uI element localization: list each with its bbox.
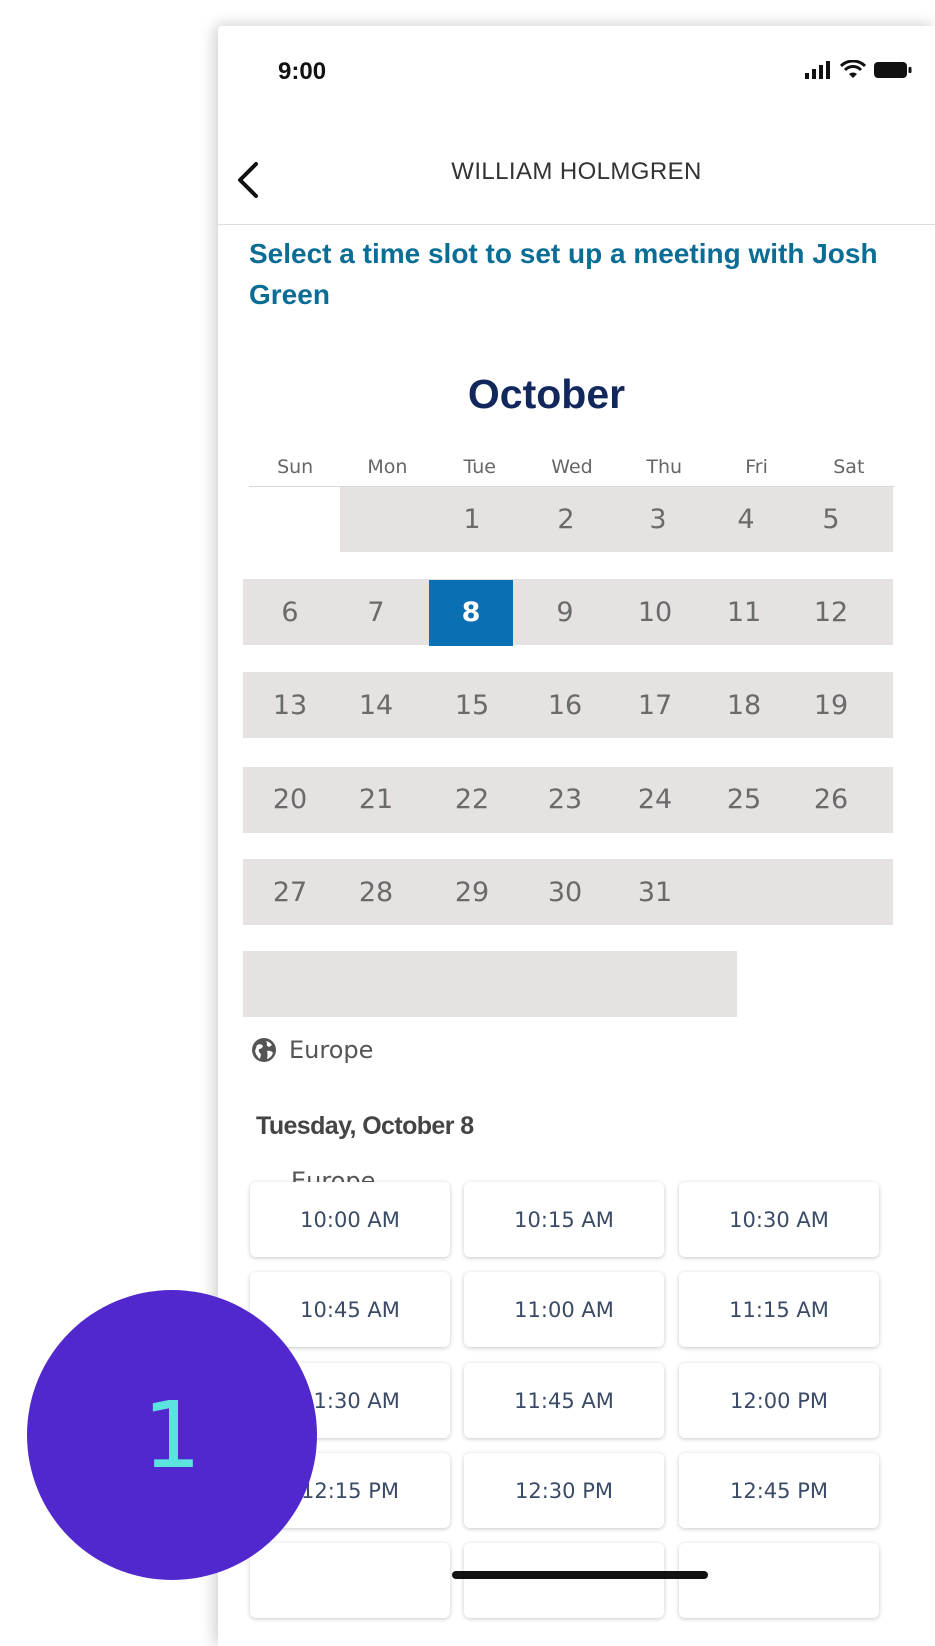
signal-icon [805,61,830,79]
calendar-day[interactable]: 30 [523,877,607,908]
calendar-day[interactable]: 7 [334,597,418,628]
week-row-band [243,951,737,1017]
phone-screen: 9:00 WILLIAM HOLMGREN Select a time slot… [218,26,935,1646]
step-number-badge: 1 [27,1290,317,1580]
calendar-day[interactable]: 20 [248,784,332,815]
home-indicator [452,1571,708,1579]
calendar-day[interactable]: 19 [789,690,873,721]
nav-bar: WILLIAM HOLMGREN [218,126,935,225]
weekday-label: Tue [463,456,496,478]
selected-date-label: Tuesday, October 8 [256,1112,474,1140]
calendar-day[interactable]: 1 [430,504,514,535]
status-time: 9:00 [278,58,327,85]
weekday-label: Sat [833,456,865,478]
time-slot-button-partial[interactable] [464,1543,664,1618]
time-slot-button[interactable]: 10:15 AM [464,1182,664,1257]
calendar-month: October [467,371,626,417]
calendar-day[interactable]: 10 [613,597,697,628]
weekday-label: Wed [551,456,593,478]
calendar-day[interactable]: 15 [430,690,514,721]
calendar-day[interactable]: 25 [702,784,786,815]
wifi-icon [840,60,866,78]
weekday-label: Thu [646,456,683,478]
timezone-selector[interactable]: Europe [251,1036,373,1064]
time-slot-button[interactable]: 12:45 PM [679,1453,879,1528]
calendar-day[interactable]: 6 [248,597,332,628]
battery-icon [874,62,912,78]
calendar-day[interactable]: 27 [248,877,332,908]
calendar-day[interactable]: 9 [523,597,607,628]
calendar-day-selected[interactable]: 8 [429,580,513,646]
calendar-day[interactable]: 23 [523,784,607,815]
time-slot-button[interactable]: 10:45 AM [250,1272,450,1347]
calendar-day[interactable]: 16 [523,690,607,721]
time-slot-button[interactable]: 10:00 AM [250,1182,450,1257]
time-slot-button[interactable]: 11:15 AM [679,1272,879,1347]
time-slot-button[interactable]: 12:00 PM [679,1363,879,1438]
time-slot-button[interactable]: 10:30 AM [679,1182,879,1257]
calendar-day[interactable]: 29 [430,877,514,908]
time-slot-button[interactable]: 12:30 PM [464,1453,664,1528]
calendar-day[interactable]: 22 [430,784,514,815]
calendar-day[interactable]: 13 [248,690,332,721]
time-slot-button-partial[interactable] [250,1543,450,1618]
weekday-label: Fri [745,456,768,478]
step-number: 1 [142,1381,202,1489]
globe-icon [252,1038,276,1062]
calendar-day[interactable]: 28 [334,877,418,908]
calendar-day[interactable]: 17 [613,690,697,721]
calendar-day[interactable]: 3 [616,504,700,535]
calendar-day[interactable]: 2 [524,504,608,535]
status-icons [805,60,913,80]
calendar-day[interactable]: 21 [334,784,418,815]
calendar-day[interactable]: 4 [704,504,788,535]
time-slot-button-partial[interactable] [679,1543,879,1618]
calendar-day[interactable]: 11 [702,597,786,628]
nav-title: WILLIAM HOLMGREN [451,158,702,185]
calendar-day[interactable]: 31 [613,877,697,908]
timezone-label: Europe [289,1036,374,1064]
time-slot-button[interactable]: 11:45 AM [464,1363,664,1438]
calendar-day[interactable]: 24 [613,784,697,815]
weekday-header: Sun Mon Tue Wed Thu Fri Sat [249,456,895,487]
calendar-day[interactable]: 18 [702,690,786,721]
calendar-day[interactable]: 5 [789,504,873,535]
weekday-label: Mon [367,456,408,478]
calendar-day[interactable]: 14 [334,690,418,721]
weekday-label: Sun [277,456,314,478]
time-slot-button[interactable]: 11:00 AM [464,1272,664,1347]
page-heading: Select a time slot to set up a meeting w… [249,238,878,310]
calendar-day[interactable]: 12 [789,597,873,628]
calendar-day[interactable]: 26 [789,784,873,815]
